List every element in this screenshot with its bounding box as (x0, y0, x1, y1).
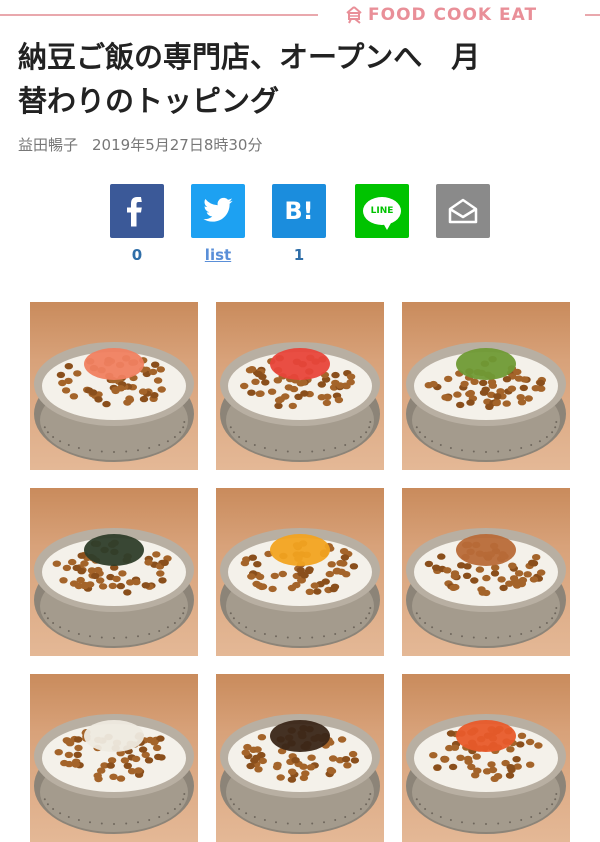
publish-date: 2019年5月27日8時30分 (92, 136, 263, 154)
share-facebook: 0 (110, 184, 164, 264)
natto-bowl-image (406, 714, 566, 834)
gallery-photo-wasabi[interactable] (402, 302, 570, 470)
gallery-photo-kimchi[interactable] (402, 674, 570, 842)
mail-share-button[interactable] (436, 184, 490, 238)
gallery-photo-nori[interactable] (30, 488, 198, 656)
header-rule-right (585, 14, 600, 16)
site-header: FOOD COOK EAT (0, 0, 600, 32)
line-icon: LINE (363, 197, 401, 230)
mail-share-count (436, 246, 490, 264)
hatena-bookmark-count: 1 (293, 246, 305, 264)
author-name: 益田暢子 (18, 136, 79, 154)
gallery-photo-shirasu[interactable] (30, 674, 198, 842)
hatena-bookmark-icon: B! (284, 197, 314, 225)
gallery-photo-red-ginger[interactable] (216, 302, 384, 470)
gallery-photo-crispy-flakes[interactable] (402, 488, 570, 656)
byline: 益田暢子 2019年5月27日8時30分 (18, 134, 262, 155)
share-mail (436, 184, 490, 264)
natto-bowl-image (406, 342, 566, 462)
share-hatena: B! 1 (272, 184, 326, 264)
line-share-count (355, 246, 409, 264)
header-rule (0, 14, 318, 16)
natto-bowl-image (34, 342, 194, 462)
gallery-photo-egg-yolk[interactable] (216, 488, 384, 656)
natto-bowl-image (220, 714, 380, 834)
line-icon-label: LINE (370, 206, 394, 216)
mail-icon (448, 198, 478, 224)
twitter-list-link[interactable]: list (191, 246, 245, 264)
twitter-share-button[interactable] (191, 184, 245, 238)
facebook-icon (127, 197, 142, 227)
article-title: 納豆ご飯の専門店、オープンへ 月 替わりのトッピング (18, 40, 481, 118)
brand-text: FOOD COOK EAT (368, 5, 538, 25)
natto-bowl-image (220, 342, 380, 462)
hatena-bookmark-button[interactable]: B! (272, 184, 326, 238)
share-twitter: list (191, 184, 245, 264)
share-bar: 0 list B! 1 LINE (0, 184, 600, 264)
natto-bowl-image (406, 528, 566, 648)
natto-bowl-image (34, 528, 194, 648)
natto-bowl-image (220, 528, 380, 648)
brand-logo[interactable]: FOOD COOK EAT (346, 3, 537, 27)
food-kanji-icon (346, 6, 362, 24)
twitter-icon (203, 197, 233, 222)
gallery-photo-mentaiko[interactable] (30, 302, 198, 470)
facebook-share-button[interactable] (110, 184, 164, 238)
natto-bowl-image (34, 714, 194, 834)
facebook-share-count: 0 (131, 246, 143, 264)
line-share-button[interactable]: LINE (355, 184, 409, 238)
gallery-photo-shiitake[interactable] (216, 674, 384, 842)
share-line: LINE (355, 184, 409, 264)
